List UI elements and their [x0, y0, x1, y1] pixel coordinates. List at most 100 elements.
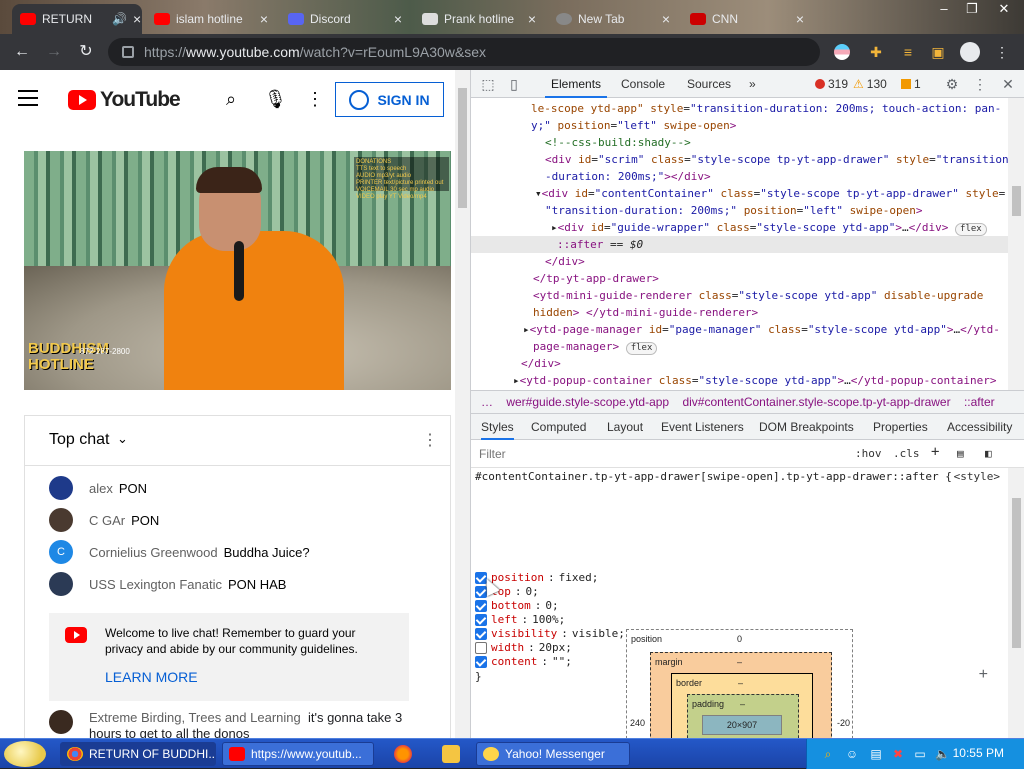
menu-icon[interactable] [18, 90, 38, 106]
chat-author[interactable]: C GAr [89, 513, 125, 528]
computed-styles-icon[interactable]: ▤ [957, 447, 964, 460]
class-toggle[interactable]: .cls [893, 447, 920, 460]
devtools-menu-icon[interactable]: ⋮ [971, 75, 989, 93]
add-property-icon[interactable]: + [979, 667, 988, 683]
box-position-value[interactable]: 0 [737, 634, 742, 644]
styles-scrollbar[interactable] [1008, 468, 1024, 738]
smiley-icon[interactable]: ☺ [845, 747, 859, 761]
scrollbar-thumb[interactable] [1012, 186, 1021, 216]
scrollbar-thumb[interactable] [458, 88, 467, 208]
property-checkbox[interactable] [475, 628, 487, 640]
dom-node[interactable]: </tp-yt-app-drawer> [533, 270, 659, 287]
close-icon[interactable]: × [133, 11, 141, 27]
avatar[interactable] [49, 710, 73, 734]
dom-scrollbar[interactable] [1008, 98, 1024, 390]
maximize-icon[interactable]: ❐ [958, 0, 986, 20]
property-checkbox[interactable] [475, 600, 487, 612]
tab-dom-breakpoints[interactable]: DOM Breakpoints [759, 414, 854, 440]
new-rule-icon[interactable]: + [931, 444, 939, 460]
firefox-icon[interactable] [394, 745, 412, 763]
breadcrumb-guide[interactable]: wer#guide.style-scope.ytd-app [506, 395, 669, 409]
close-window-icon[interactable]: ✕ [990, 0, 1018, 20]
avatar[interactable] [49, 476, 73, 500]
breadcrumb-more[interactable]: … [481, 395, 493, 409]
search-icon[interactable]: ⌕ [821, 747, 835, 761]
tab-sources[interactable]: Sources [681, 70, 737, 98]
tab-cnn[interactable]: CNN × [682, 4, 812, 34]
taskbar-item-yahoo-messenger[interactable]: Yahoo! Messenger [476, 742, 630, 766]
property-checkbox[interactable] [475, 656, 487, 668]
scrollbar-thumb[interactable] [1012, 498, 1021, 648]
tab-discord[interactable]: Discord × [280, 4, 410, 34]
tab-return[interactable]: RETURN 🔊 × [12, 4, 142, 34]
close-icon[interactable]: × [662, 11, 670, 27]
tab-new-tab[interactable]: New Tab × [548, 4, 678, 34]
warning-count-badge[interactable]: ⚠ 130 [849, 75, 891, 93]
clock[interactable]: 10:55 PM [953, 746, 1004, 760]
taskbar-item-youtube[interactable]: https://www.youtub... [222, 742, 374, 766]
breadcrumb-content-container[interactable]: div#contentContainer.style-scope.tp-yt-a… [682, 395, 950, 409]
issues-count-badge[interactable]: 1 [897, 75, 925, 93]
puzzle-extension-icon[interactable]: ✚ [866, 42, 886, 62]
avatar[interactable] [49, 572, 73, 596]
security-icon[interactable]: ✖ [891, 747, 905, 761]
chat-author[interactable]: USS Lexington Fanatic [89, 577, 222, 592]
dom-node[interactable]: ▾<div id="contentContainer" class="style… [535, 185, 1005, 202]
reload-icon[interactable]: ↻ [76, 42, 96, 62]
dom-node[interactable]: </div> [521, 355, 561, 372]
tab-event-listeners[interactable]: Event Listeners [661, 414, 744, 440]
dom-node[interactable]: "transition-duration: 200ms;" position="… [545, 202, 923, 219]
dom-node[interactable]: ▸<ytd-popup-container class="style-scope… [513, 372, 996, 389]
back-arrow-icon[interactable]: ← [12, 42, 32, 62]
tab-properties[interactable]: Properties [873, 414, 928, 440]
tab-computed[interactable]: Computed [531, 414, 586, 440]
chat-author[interactable]: alex [89, 481, 113, 496]
dom-node[interactable]: page-manager> flex [533, 338, 658, 355]
more-tabs-button[interactable]: » [743, 70, 762, 98]
network-icon[interactable]: ▤ [869, 747, 883, 761]
url-input[interactable]: https://www.youtube.com/watch?v=rEoumL9A… [108, 38, 820, 66]
sidepanel-icon[interactable]: ▣ [928, 42, 948, 62]
chat-author[interactable]: Cornielius Greenwood [89, 545, 218, 560]
close-icon[interactable]: × [528, 11, 536, 27]
avatar[interactable]: C [49, 540, 73, 564]
box-right-value[interactable]: -20 [837, 718, 850, 728]
dom-node[interactable]: ▸<ytd-page-manager id="page-manager" cla… [523, 321, 1000, 338]
more-options-icon[interactable]: ⋮ [304, 88, 326, 110]
close-icon[interactable]: × [394, 11, 402, 27]
tab-elements[interactable]: Elements [545, 70, 608, 98]
rule-source-link[interactable]: <style> [954, 470, 1000, 484]
profile-avatar[interactable] [960, 42, 980, 62]
dom-node[interactable]: y;" position="left" swipe-open> [531, 117, 736, 134]
volume-icon[interactable]: 🔈 [935, 747, 950, 761]
tab-islam-hotline[interactable]: islam hotline × [146, 4, 276, 34]
minimize-icon[interactable]: – [930, 0, 958, 20]
dom-node[interactable]: ▸<div id="guide-wrapper" class="style-sc… [551, 219, 987, 236]
display-icon[interactable]: ▭ [913, 747, 927, 761]
youtube-logo[interactable]: YouTube [68, 88, 181, 112]
dom-node[interactable]: <ytd-mini-guide-renderer class="style-sc… [533, 287, 983, 304]
chat-author[interactable]: Extreme Birding, Trees and Learning [89, 710, 301, 725]
settings-gear-icon[interactable]: ⚙ [943, 75, 961, 93]
dom-node[interactable]: <!--css-build:shady--> [545, 134, 691, 151]
rule-selector[interactable]: #contentContainer.tp-yt-app-drawer[swipe… [475, 470, 952, 484]
folder-icon[interactable] [442, 745, 460, 763]
hover-state-toggle[interactable]: :hov [855, 447, 882, 460]
chat-more-icon[interactable]: ⋮ [422, 430, 438, 450]
dom-node[interactable]: </div> [545, 253, 585, 270]
learn-more-link[interactable]: LEARN MORE [105, 669, 393, 685]
dom-node[interactable]: -duration: 200ms;"></div> [545, 168, 711, 185]
box-left-value[interactable]: 240 [630, 718, 645, 728]
playlist-extension-icon[interactable]: ≡ [898, 42, 918, 62]
tab-console[interactable]: Console [615, 70, 671, 98]
search-icon[interactable]: ⌕ [220, 88, 242, 110]
inspect-element-icon[interactable]: ⬚ [479, 75, 497, 93]
sign-in-button[interactable]: SIGN IN [335, 82, 444, 117]
sidebar-toggle-icon[interactable]: ◧ [985, 447, 992, 460]
flag-extension-icon[interactable] [834, 44, 850, 60]
tab-accessibility[interactable]: Accessibility [947, 414, 1012, 440]
property-checkbox[interactable] [475, 642, 487, 654]
device-toolbar-icon[interactable]: ▯ [505, 75, 523, 93]
video-player[interactable]: DONATIONS TTS text to speech AUDIO mp3/y… [24, 151, 451, 390]
tab-prank-hotline[interactable]: Prank hotline × [414, 4, 544, 34]
